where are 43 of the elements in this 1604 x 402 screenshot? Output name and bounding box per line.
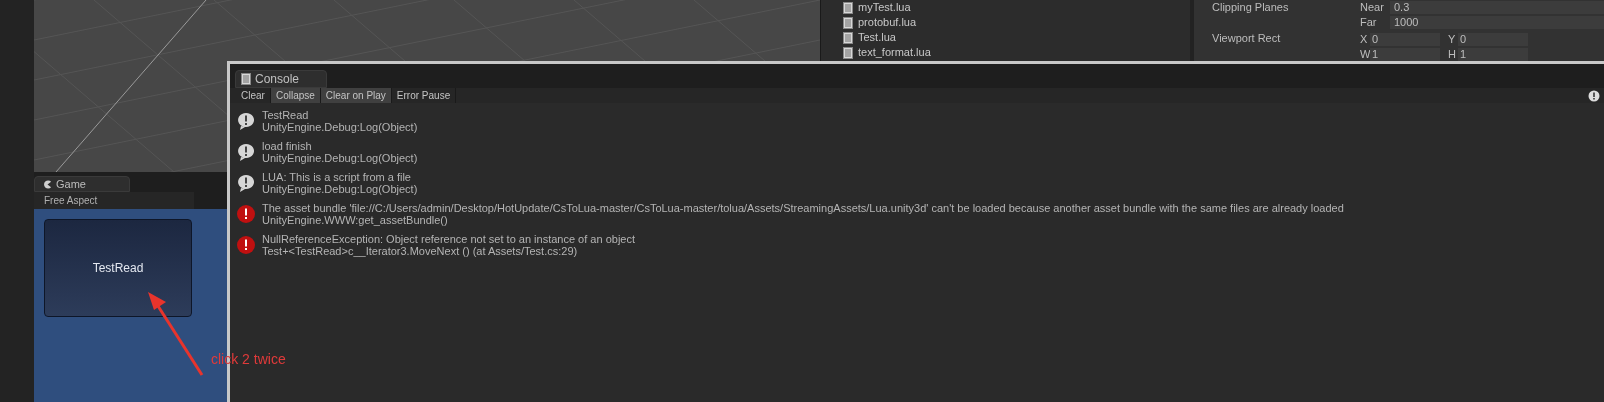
message-text[interactable]: load finish bbox=[262, 139, 418, 152]
game-icon bbox=[43, 179, 52, 189]
game-tab[interactable]: Game bbox=[34, 176, 130, 192]
stack-trace: UnityEngine.Debug:Log(Object) bbox=[262, 182, 418, 195]
file-icon bbox=[843, 1, 853, 14]
file-name[interactable]: Test.lua bbox=[858, 31, 896, 44]
input-field[interactable]: 0 bbox=[1370, 32, 1440, 46]
message-text[interactable]: TestRead bbox=[262, 108, 418, 121]
tab-label: Console bbox=[255, 71, 300, 88]
file-icon bbox=[241, 73, 251, 85]
toolbar-button[interactable]: Collapse bbox=[270, 88, 321, 103]
stack-trace: UnityEngine.WWW:get_assetBundle() bbox=[262, 213, 448, 226]
tab-label: Game bbox=[56, 176, 86, 192]
field-label: Far bbox=[1360, 16, 1378, 29]
input-field[interactable]: 1 bbox=[1458, 47, 1528, 61]
stack-trace: UnityEngine.Debug:Log(Object) bbox=[262, 151, 418, 164]
error-filter-icon[interactable] bbox=[1588, 89, 1600, 102]
message-text[interactable]: LUA: This is a script from a file bbox=[262, 170, 418, 183]
field-label: H bbox=[1448, 47, 1457, 61]
message-text[interactable]: The asset bundle 'file://C:/Users/admin/Desktop/HotUpdate/CsToLua-master/CsToLua-master/tolua/Assets/StreamingAssets/Lua.unity3d' can't be loaded because another asset bundle with the same files are already loaded bbox=[262, 201, 1344, 214]
field-label: W bbox=[1360, 47, 1370, 61]
file-name[interactable]: protobuf.lua bbox=[858, 16, 917, 29]
testread-button[interactable]: TestRead bbox=[44, 219, 192, 317]
field-label: Y bbox=[1448, 32, 1457, 46]
toolbar-button[interactable]: Clear on Play bbox=[320, 88, 392, 103]
console-tab[interactable]: Console bbox=[235, 70, 327, 88]
file-icon bbox=[843, 46, 853, 59]
input-field[interactable]: 1 bbox=[1370, 47, 1440, 61]
input-field[interactable]: 1000 bbox=[1390, 16, 1604, 29]
input-field[interactable]: 0 bbox=[1458, 32, 1528, 46]
aspect-dropdown[interactable]: Free Aspect bbox=[34, 192, 194, 209]
file-icon bbox=[843, 31, 853, 44]
input-field[interactable]: 0.3 bbox=[1390, 1, 1604, 14]
message-text[interactable]: NullReferenceException: Object reference not set to an instance of an object bbox=[262, 232, 635, 245]
field-label: Near bbox=[1360, 1, 1385, 14]
field-label: Clipping Planes bbox=[1212, 1, 1290, 14]
field-label: X bbox=[1360, 32, 1369, 46]
file-icon bbox=[843, 16, 853, 29]
stack-trace: Test+<TestRead>c__Iterator3.MoveNext () (at Assets/Test.cs:29) bbox=[262, 244, 579, 257]
stack-trace: UnityEngine.Debug:Log(Object) bbox=[262, 120, 418, 133]
file-name[interactable]: myTest.lua bbox=[858, 1, 911, 14]
file-name[interactable]: text_format.lua bbox=[858, 46, 931, 59]
field-label: Viewport Rect bbox=[1212, 32, 1282, 46]
